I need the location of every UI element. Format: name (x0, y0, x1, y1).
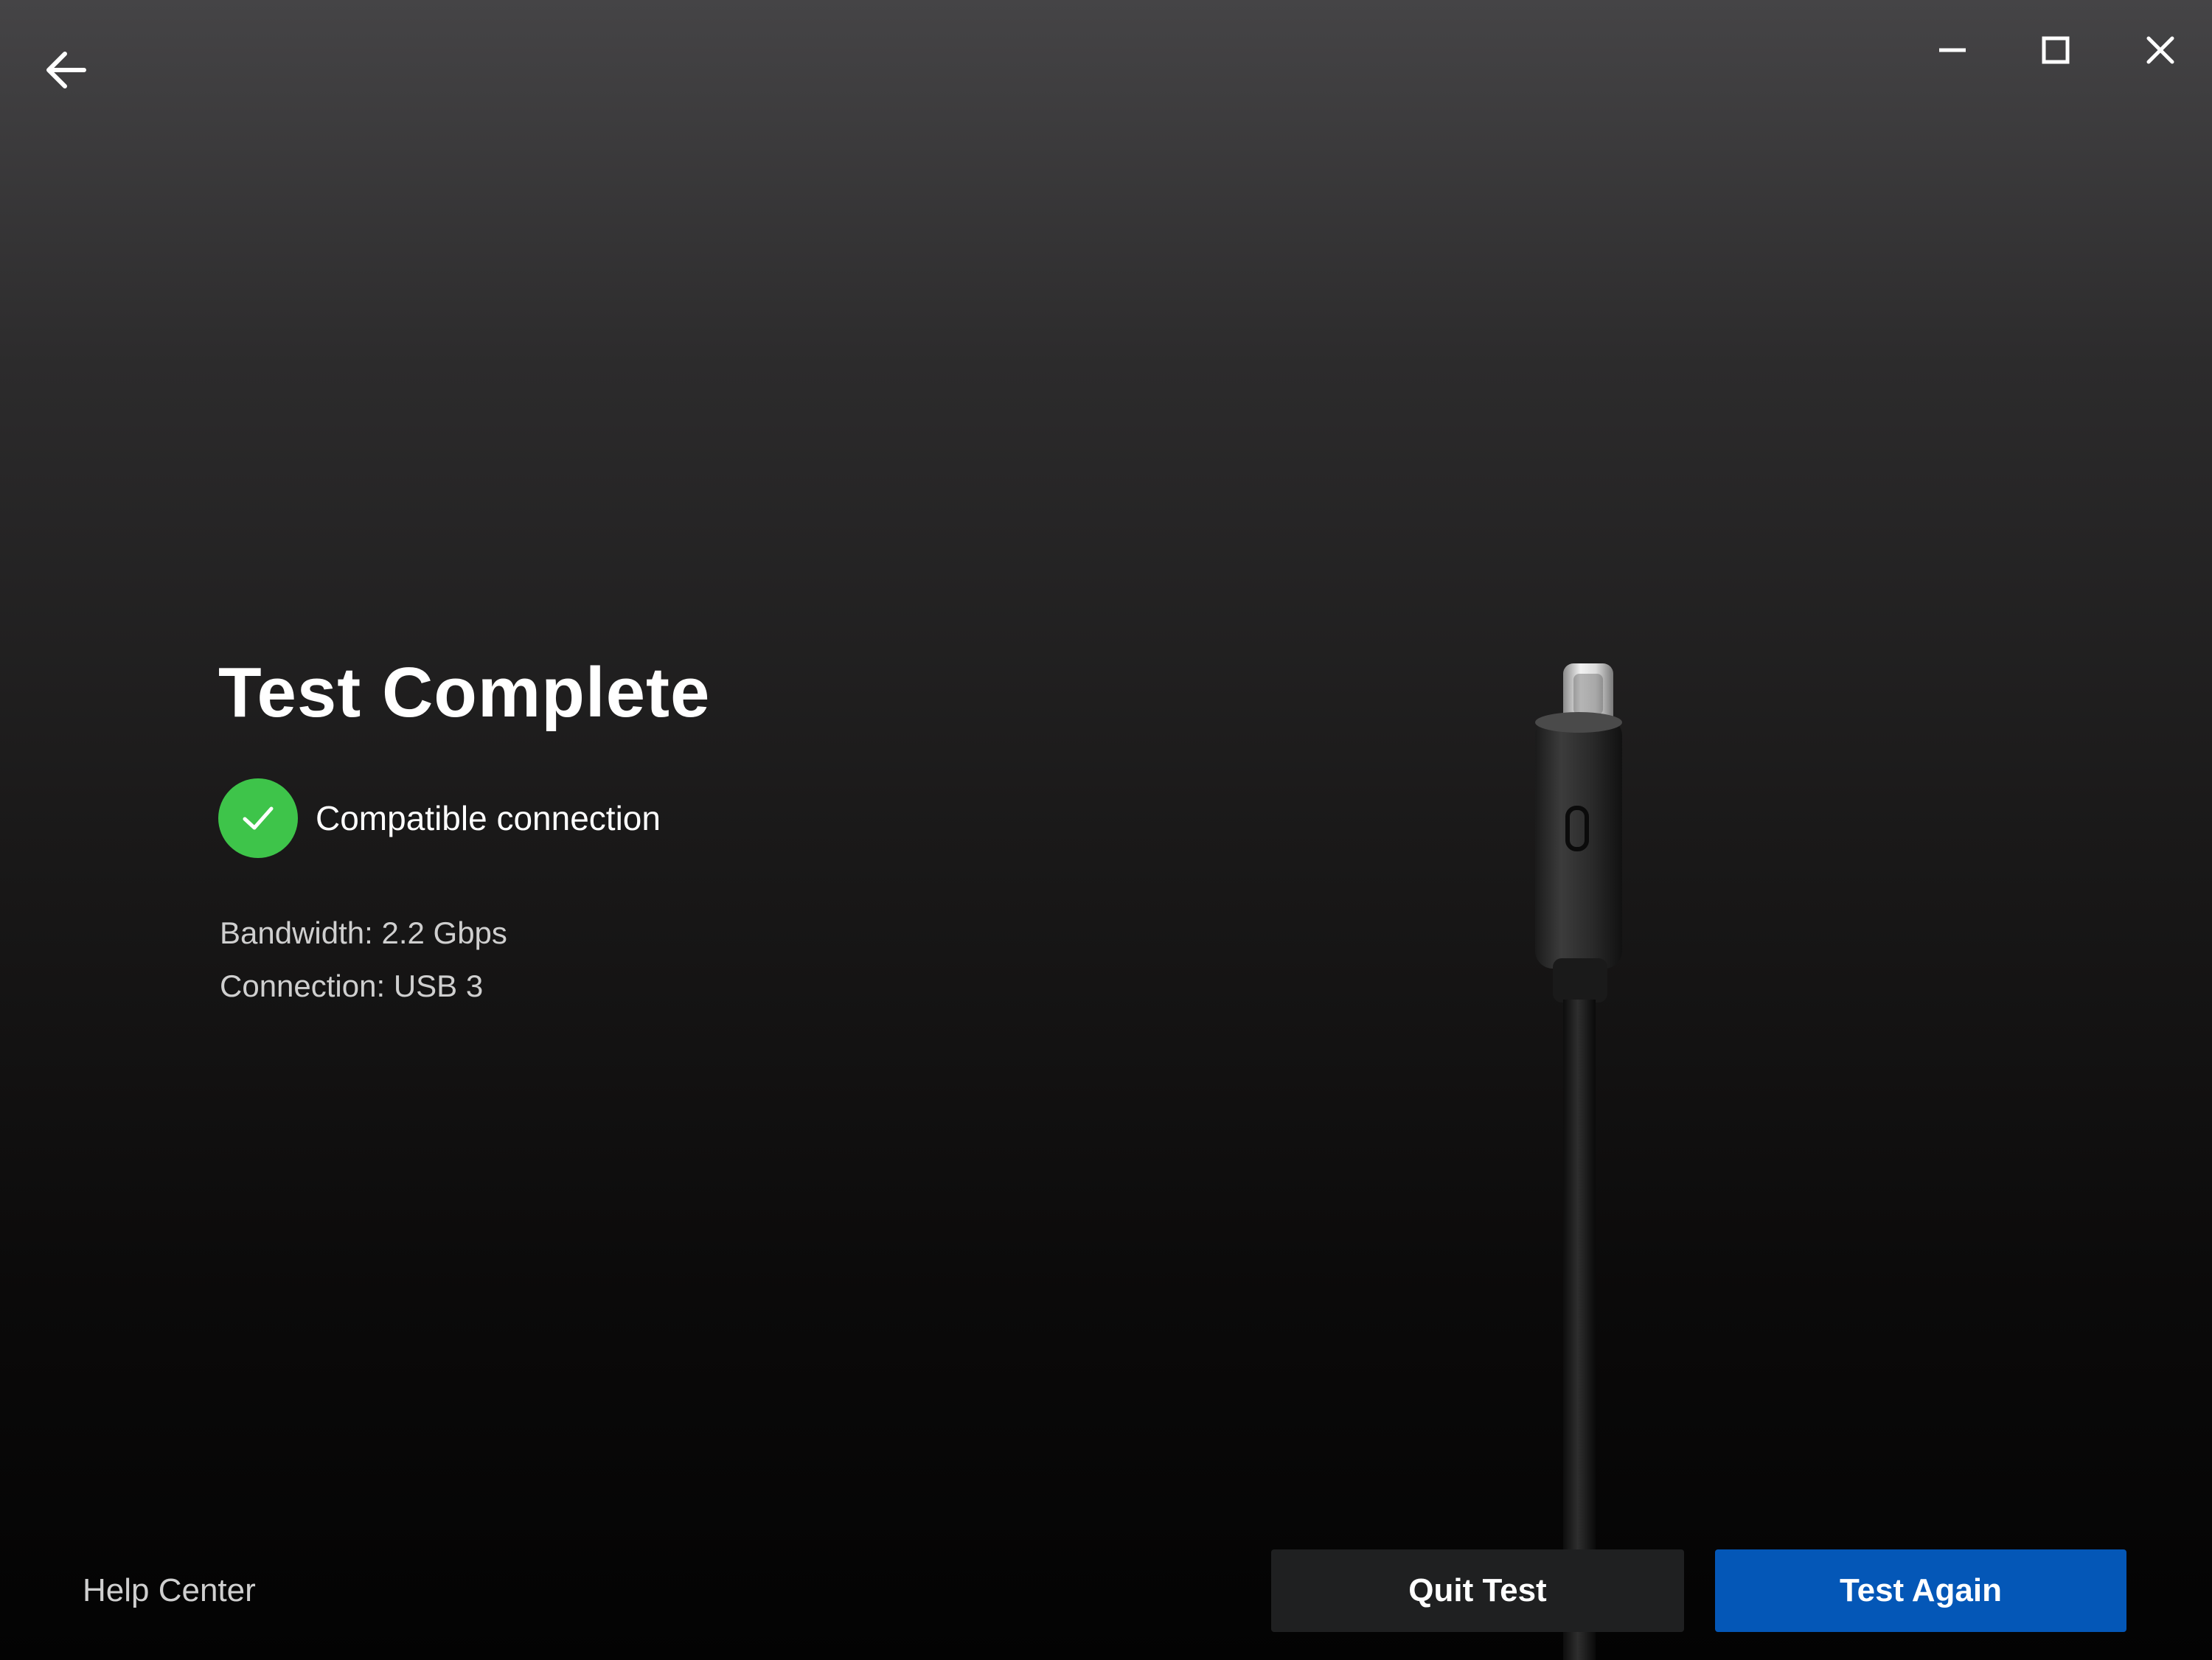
usb-c-cable-icon (1535, 663, 1622, 1660)
close-button[interactable] (2124, 21, 2197, 80)
help-center-link[interactable]: Help Center (83, 1570, 256, 1611)
maximize-button[interactable] (2019, 21, 2093, 80)
page-title: Test Complete (218, 653, 711, 732)
arrow-left-icon (46, 52, 86, 88)
minimize-button[interactable] (1916, 21, 1989, 80)
status-text: Compatible connection (316, 799, 661, 837)
result-panel: Test Complete Compatible connection Band… (218, 649, 1251, 1003)
status-row: Compatible connection (218, 777, 661, 859)
test-again-button[interactable]: Test Again (1715, 1549, 2126, 1632)
check-circle-icon (218, 778, 298, 858)
minimize-icon (1939, 48, 1966, 52)
maximize-icon (2042, 36, 2070, 64)
back-button[interactable] (29, 37, 103, 103)
close-icon (2146, 36, 2174, 64)
bandwidth-value: Bandwidth: 2.2 Gbps (220, 916, 507, 950)
connection-value: Connection: USB 3 (220, 969, 484, 1003)
quit-test-button[interactable]: Quit Test (1271, 1549, 1684, 1632)
